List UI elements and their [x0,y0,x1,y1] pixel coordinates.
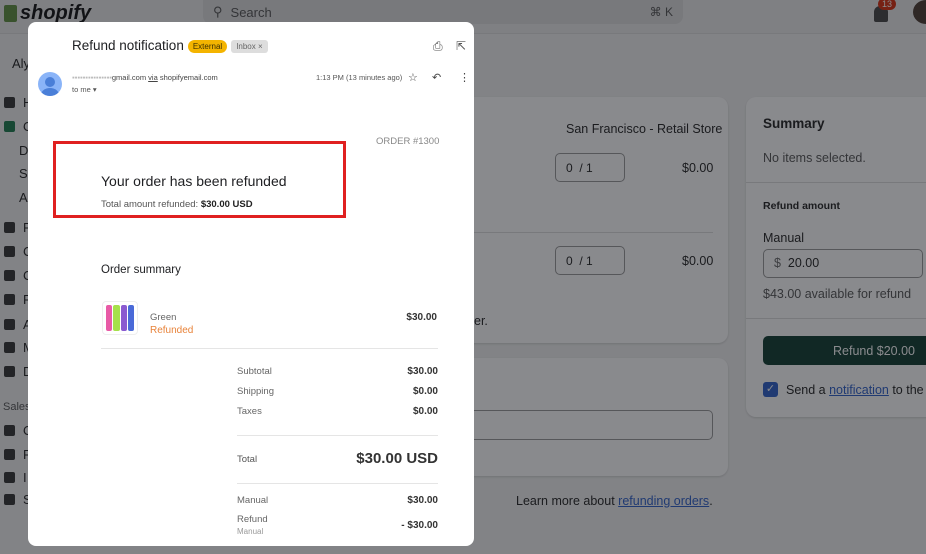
email-time: 1:13 PM (13 minutes ago) [316,73,403,82]
more-icon[interactable]: ⋮ [459,71,470,84]
totals-value: $30.00 [407,366,438,377]
refund-heading: Your order has been refunded [101,173,287,189]
print-icon[interactable]: ⎙ [433,39,443,54]
open-new-window-icon[interactable]: ⇱ [456,39,466,53]
star-icon[interactable]: ☆ [408,71,418,84]
sender-avatar [38,72,62,96]
product-variant: Green [150,312,177,323]
payment-refund-value: - $30.00 [401,520,438,531]
product-status: Refunded [150,325,194,336]
totals-label: Subtotal [237,366,272,377]
reply-icon[interactable]: ↶ [432,71,441,84]
inbox-label[interactable]: Inbox × [231,39,268,53]
totals-label: Taxes [237,406,262,417]
email-preview-modal: Refund notification External Inbox × ⎙ ⇱ ▪… [28,22,474,546]
payment-manual-label: Manual [237,495,269,506]
total-label: Total [237,454,258,465]
order-summary-title: Order summary [101,264,181,276]
payment-refund-label: Refund [237,514,268,525]
recipient-dropdown[interactable]: to me ▾ [72,85,97,94]
total-value: $30.00 USD [356,450,438,467]
payment-refund-sub: Manual [237,527,264,536]
order-number: ORDER #1300 [376,136,440,147]
external-label: External [187,39,228,53]
totals-value: $0.00 [412,386,438,397]
product-image [102,301,138,335]
email-subject: Refund notification External Inbox × [72,38,268,53]
payment-manual-value: $30.00 [407,495,438,506]
product-price: $30.00 [406,312,437,323]
totals-value: $0.00 [412,406,438,417]
total-refunded: Total amount refunded: $30.00 USD [101,199,253,210]
totals-label: Shipping [237,386,274,397]
sender-line: ▪▪▪▪▪▪▪▪▪▪▪▪▪▪▪gmail.com via shopifyemai… [72,73,218,82]
